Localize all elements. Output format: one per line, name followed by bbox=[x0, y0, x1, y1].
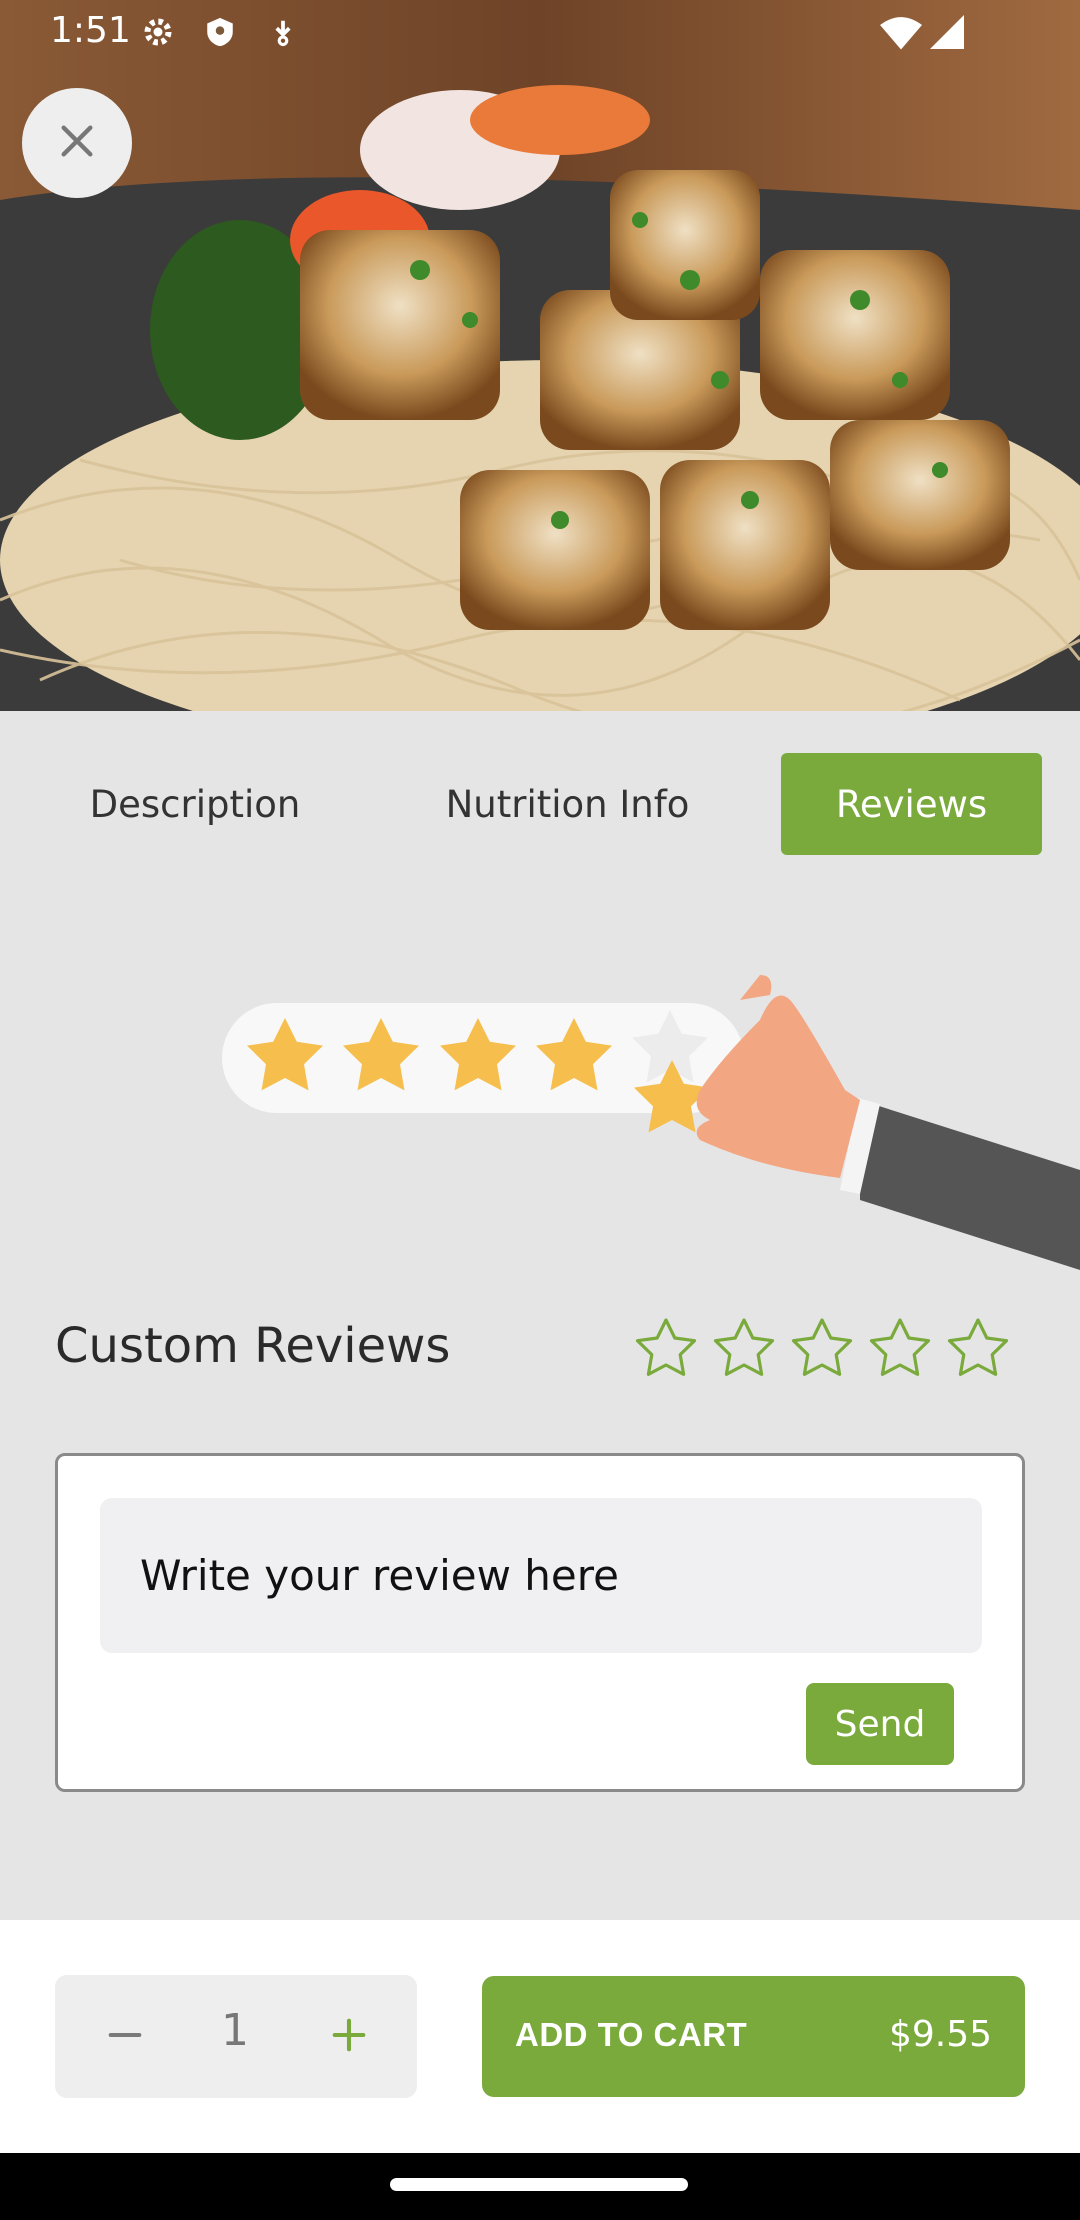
rating-star-4-icon[interactable] bbox=[866, 1316, 934, 1382]
star-rating-input bbox=[632, 1316, 1012, 1382]
signal-icon bbox=[930, 14, 964, 55]
add-to-cart-label: ADD TO CART bbox=[515, 2016, 748, 2053]
wifi-icon bbox=[880, 14, 922, 55]
rating-illustration bbox=[0, 0, 1080, 1280]
quantity-stepper: 1 bbox=[55, 1975, 417, 2098]
tab-reviews[interactable]: Reviews bbox=[781, 753, 1042, 855]
download-icon bbox=[268, 14, 298, 55]
decrease-quantity-button[interactable] bbox=[85, 1997, 165, 2077]
tab-description[interactable]: Description bbox=[45, 753, 345, 855]
review-input[interactable] bbox=[100, 1498, 982, 1653]
increase-quantity-button[interactable] bbox=[309, 1997, 389, 2077]
tab-bar: Description Nutrition Info Reviews bbox=[0, 711, 1080, 901]
rating-star-2-icon[interactable] bbox=[710, 1316, 778, 1382]
close-icon bbox=[57, 121, 97, 166]
review-card: Send bbox=[55, 1453, 1025, 1792]
rating-star-1-icon[interactable] bbox=[632, 1316, 700, 1382]
rating-star-5-icon[interactable] bbox=[944, 1316, 1012, 1382]
rating-star-3-icon[interactable] bbox=[788, 1316, 856, 1382]
add-to-cart-button[interactable]: ADD TO CART $9.55 bbox=[482, 1976, 1025, 2097]
shield-icon bbox=[203, 14, 237, 55]
cart-price: $9.55 bbox=[888, 2014, 992, 2055]
plus-icon bbox=[330, 2016, 368, 2059]
close-button[interactable] bbox=[22, 88, 132, 198]
minus-icon bbox=[106, 2016, 144, 2059]
cart-bar: 1 ADD TO CART $9.55 bbox=[0, 1920, 1080, 2153]
tab-nutrition-info[interactable]: Nutrition Info bbox=[420, 753, 715, 855]
home-gesture-handle[interactable] bbox=[390, 2178, 688, 2191]
system-nav-bar bbox=[0, 2153, 1080, 2220]
settings-icon bbox=[140, 14, 176, 55]
status-time: 1:51 bbox=[50, 10, 131, 51]
status-bar: 1:51 bbox=[0, 0, 1080, 64]
quantity-value: 1 bbox=[221, 2005, 249, 2056]
send-button[interactable]: Send bbox=[806, 1683, 954, 1765]
custom-reviews-title: Custom Reviews bbox=[55, 1318, 451, 1374]
dish-photo bbox=[0, 0, 1080, 711]
